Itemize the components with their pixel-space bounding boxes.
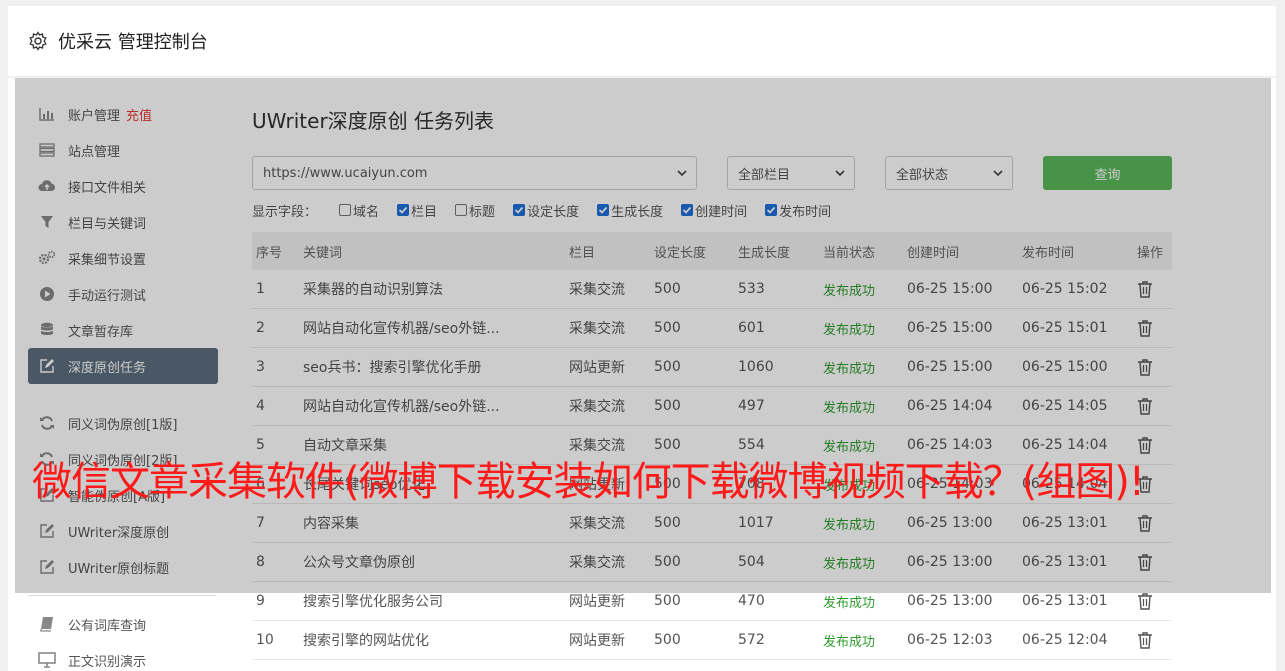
- table-row: 10 搜索引擎的网站优化 网站更新 500 572 发布成功 06-25 12:03 06-2…: [252, 621, 1172, 660]
- table-cell: 网站更新: [569, 594, 625, 610]
- table-cell: 9: [256, 593, 265, 609]
- table-cell: 网站更新: [569, 633, 625, 649]
- delete-button[interactable]: [1133, 631, 1172, 649]
- monitor-icon: [38, 652, 56, 668]
- sidebar-item[interactable]: 正文识别演示: [28, 642, 218, 671]
- table-cell: 500: [654, 593, 681, 609]
- banner-caption: 微信文章采集软件(微博下载安装如何下载微博视频下载？(组图)!: [32, 459, 1145, 505]
- table-cell: 发布成功: [823, 595, 876, 611]
- table-cell: 06-25 13:01: [1022, 593, 1108, 609]
- gear-icon: [29, 31, 47, 51]
- table-cell: 06-25 12:04: [1022, 632, 1108, 648]
- sidebar-divider: [28, 595, 216, 596]
- top-header: 优采云 管理控制台: [8, 6, 1276, 76]
- table-cell: 500: [654, 632, 681, 648]
- table-cell: 06-25 12:03: [907, 632, 993, 648]
- sidebar-item[interactable]: 公有词库查询: [28, 606, 218, 642]
- table-cell: 发布成功: [823, 634, 876, 650]
- table-cell: 搜索引擎的网站优化: [303, 633, 429, 649]
- dim-overlay: [15, 78, 1271, 593]
- table-cell: 470: [738, 593, 765, 609]
- app-title: 优采云 管理控制台: [58, 32, 208, 53]
- table-cell: 搜索引擎优化服务公司: [303, 594, 443, 610]
- sidebar-item-label: 正文识别演示: [68, 654, 147, 670]
- table-cell: 10: [256, 632, 274, 648]
- trash-icon: [1138, 593, 1152, 610]
- table-cell: 572: [738, 632, 765, 648]
- book-icon: [38, 616, 56, 632]
- table-cell: 06-25 13:00: [907, 593, 993, 609]
- delete-button[interactable]: [1133, 592, 1172, 610]
- trash-icon: [1138, 632, 1152, 649]
- sidebar-item-label: 公有词库查询: [68, 618, 147, 634]
